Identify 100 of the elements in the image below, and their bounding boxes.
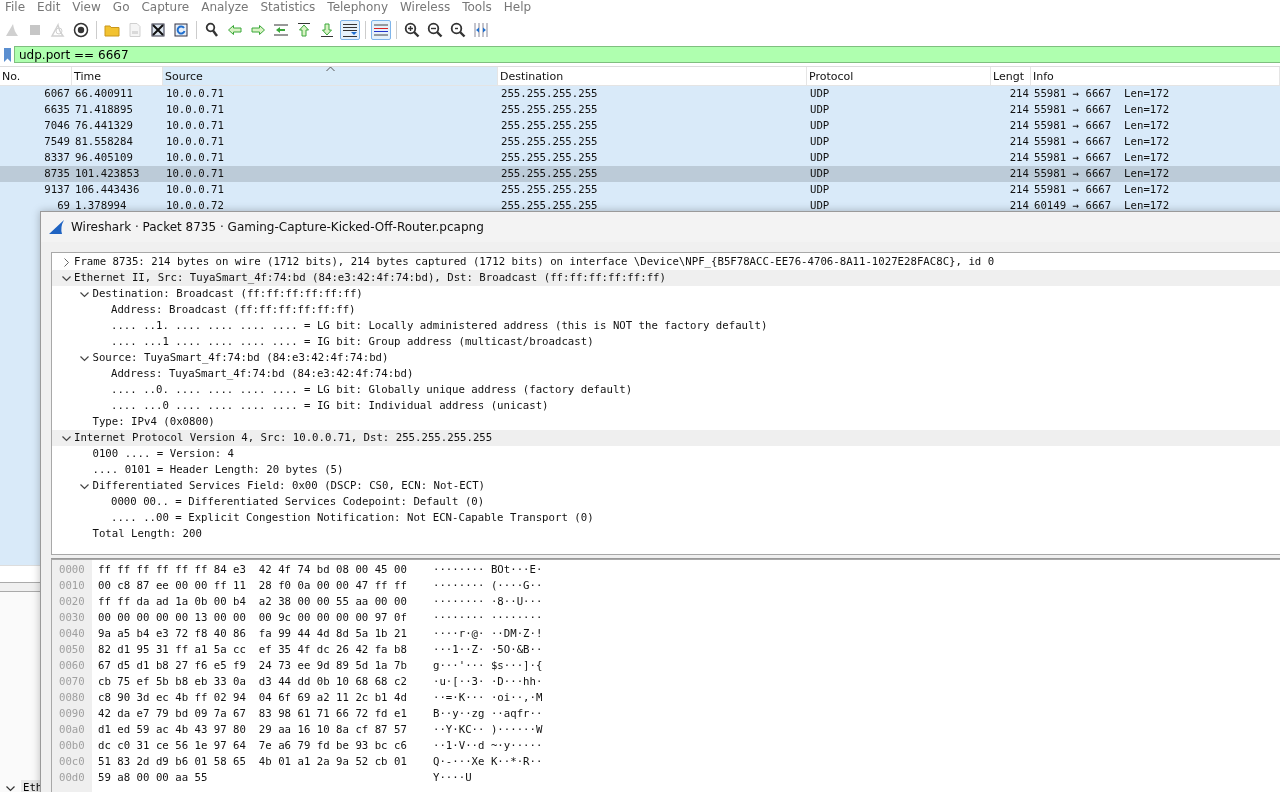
table-cell-text: 255.255.255.255 — [500, 118, 599, 134]
menu-item[interactable]: Capture — [140, 0, 197, 14]
table-cell-text: 55981 → 6667 Len=172 — [1033, 166, 1171, 182]
chevron-down-icon[interactable] — [80, 481, 89, 491]
restart-icon — [50, 22, 66, 38]
column-header[interactable]: Source — [163, 67, 498, 85]
goto-icon — [273, 22, 289, 38]
tree-label: .... 0101 = Header Length: 20 bytes (5) — [92, 462, 344, 478]
hex-bytes: 00 00 00 00 00 13 00 00 00 9c 00 00 00 00 97 0f — [97, 610, 408, 626]
table-cell-text: 214 — [1008, 182, 1030, 198]
tree-row[interactable]: Ethernet II, Src: TuyaSmart_4f:74:bd (84:e3:42:4f:74:bd), Dst: Broadcast (ff:ff:ff:ff:ff:ff) — [52, 270, 1280, 286]
tree-row[interactable]: Type: IPv4 (0x0800) — [52, 414, 1280, 430]
byte-offset: 0080 — [58, 690, 86, 706]
tree-row[interactable]: Frame 8735: 214 bytes on wire (1712 bits), 214 bytes captured (1712 bits) on interface \Device\NPF_{B5F78ACC-EE76-4706-8A11-1027E28FAC8C}, id 0 — [52, 254, 1280, 270]
byte-offset: 0050 — [58, 642, 86, 658]
tree-row[interactable]: .... 0101 = Header Length: 20 bytes (5) — [52, 462, 1280, 478]
chevron-down-icon[interactable] — [80, 353, 89, 363]
tree-row[interactable]: 0000 00.. = Differentiated Services Codepoint: Default (0) — [52, 494, 1280, 510]
tree-label: .... ...1 .... .... .... .... = IG bit: Group address (multicast/broadcast) — [111, 334, 594, 350]
hex-bytes: dc c0 31 ce 56 1e 97 64 7e a6 79 fd be 93 bc c6 — [97, 738, 408, 754]
table-cell-text: 55981 → 6667 Len=172 — [1033, 86, 1171, 102]
menu-item[interactable]: Help — [502, 0, 539, 14]
up-arrow-icon — [296, 22, 312, 38]
shark-fin-icon — [49, 220, 65, 234]
chevron-down-icon[interactable] — [61, 273, 71, 283]
table-cell-text: 214 — [1008, 118, 1030, 134]
toolbar-button[interactable] — [371, 20, 391, 40]
byte-offset: 0060 — [58, 658, 86, 674]
tree-row[interactable]: 0100 .... = Version: 4 — [52, 446, 1280, 462]
tree-row[interactable]: Source: TuyaSmart_4f:74:bd (84:e3:42:4f:74:bd) — [52, 350, 1280, 366]
tree-row[interactable]: .... ..00 = Explicit Congestion Notification: Not ECN-Capable Transport (0) — [52, 510, 1280, 526]
chevron-right-icon[interactable] — [61, 257, 71, 267]
ascii-text: ···1··Z· ·5O·&B·· — [433, 642, 543, 658]
toolbar-button[interactable] — [71, 20, 91, 40]
table-cell-text: 10.0.0.71 — [165, 166, 225, 182]
tree-row[interactable]: Address: Broadcast (ff:ff:ff:ff:ff:ff) — [52, 302, 1280, 318]
hex-bytes: c8 90 3d ec 4b ff 02 94 04 6f 69 a2 11 2c b1 4d — [97, 690, 408, 706]
table-cell-text: 55981 → 6667 Len=172 — [1033, 102, 1171, 118]
menu-item[interactable]: Edit — [36, 0, 68, 14]
table-cell-text: UDP — [809, 118, 831, 134]
display-filter-field[interactable]: udp.port == 6667 — [14, 46, 1280, 63]
column-header[interactable]: Lengt — [991, 67, 1031, 85]
tree-row[interactable]: .... ..0. .... .... .... .... = LG bit: Globally unique address (factory default) — [52, 382, 1280, 398]
lines-icon — [373, 22, 389, 38]
autoscroll-icon — [342, 22, 358, 38]
chevron-down-icon[interactable] — [80, 289, 89, 299]
hex-bytes: 67 d5 d1 b8 27 f6 e5 f9 24 73 ee 9d 89 5d 1a 7b — [97, 658, 408, 674]
menu-item[interactable]: Tools — [461, 0, 499, 14]
column-header[interactable]: Destination — [498, 67, 807, 85]
ascii-text: Q·-···Xe K··*·R·· — [433, 754, 543, 770]
table-cell-text: 10.0.0.72 — [165, 198, 225, 214]
tree-label: Address: Broadcast (ff:ff:ff:ff:ff:ff) — [111, 302, 356, 318]
ascii-text: ········ ·8··U··· — [433, 594, 543, 610]
toolbar-button[interactable] — [425, 20, 445, 40]
tree-row[interactable]: Total Length: 200 — [52, 526, 1280, 542]
toolbar-button[interactable] — [148, 20, 168, 40]
menu-item[interactable]: Go — [111, 0, 137, 14]
menu-item[interactable]: Wireless — [399, 0, 458, 14]
tree-row[interactable]: .... ..1. .... .... .... .... = LG bit: Locally administered address (this is NOT the factory default) — [52, 318, 1280, 334]
menu-item[interactable]: Telephony — [326, 0, 395, 14]
menu-item[interactable]: View — [71, 0, 108, 14]
table-cell-text: 66.400911 — [74, 86, 134, 102]
toolbar-button[interactable] — [340, 20, 360, 40]
down-arrow-icon — [319, 22, 335, 38]
ascii-text: ··=·K··· ·oi··,·M — [433, 690, 543, 706]
tree-row[interactable]: Destination: Broadcast (ff:ff:ff:ff:ff:ff) — [52, 286, 1280, 302]
table-cell-text: 10.0.0.71 — [165, 86, 225, 102]
search-icon — [204, 22, 220, 38]
packet-row[interactable]: 8735 101.423853 10.0.0.71 255.255.255.255 UDP 214 55981 → 6667 Len=172 — [0, 166, 1280, 182]
table-cell-text: 10.0.0.71 — [165, 134, 225, 150]
tree-row[interactable]: Address: TuyaSmart_4f:74:bd (84:e3:42:4f:74:bd) — [52, 366, 1280, 382]
tree-row[interactable]: .... ...1 .... .... .... .... = IG bit: Group address (multicast/broadcast) — [52, 334, 1280, 350]
chevron-down-icon[interactable] — [61, 433, 71, 443]
table-cell-text: 6067 — [43, 86, 71, 102]
chevron-down-icon[interactable] — [6, 783, 15, 792]
hex-bytes: 51 83 2d d9 b6 01 58 65 4b 01 a1 2a 9a 52 cb 01 — [97, 754, 408, 770]
tree-row[interactable]: Internet Protocol Version 4, Src: 10.0.0.71, Dst: 255.255.255.255 — [52, 430, 1280, 446]
table-cell-text: UDP — [809, 134, 831, 150]
bookmark-icon[interactable] — [3, 47, 11, 62]
column-header[interactable]: No. — [0, 67, 72, 85]
byte-offset: 0010 — [58, 578, 86, 594]
tree-row[interactable]: .... ...0 .... .... .... .... = IG bit: Individual address (unicast) — [52, 398, 1280, 414]
table-cell-text: 6635 — [43, 102, 71, 118]
table-cell-text: 7046 — [43, 118, 71, 134]
toolbar-button[interactable] — [448, 20, 468, 40]
column-header[interactable]: Info — [1031, 67, 1280, 85]
byte-offset: 0070 — [58, 674, 86, 690]
tree-label: 0000 00.. = Differentiated Services Codepoint: Default (0) — [111, 494, 485, 510]
menu-item[interactable]: File — [4, 0, 33, 14]
menu-item[interactable]: Statistics — [259, 0, 323, 14]
table-cell-text: 71.418895 — [74, 102, 134, 118]
window-title: Wireshark · Packet 8735 · Gaming-Capture-Kicked-Off-Router.pcapng — [71, 220, 484, 234]
table-cell-text: UDP — [809, 102, 831, 118]
hex-bytes: 42 da e7 79 bd 09 7a 67 83 98 61 71 66 72 fd e1 — [97, 706, 408, 722]
table-cell-text: 9137 — [43, 182, 71, 198]
menu-item[interactable]: Analyze — [200, 0, 256, 14]
column-header[interactable]: Protocol — [807, 67, 991, 85]
toolbar-button[interactable] — [402, 20, 422, 40]
table-cell-text: 8337 — [43, 150, 71, 166]
tree-row[interactable]: Differentiated Services Field: 0x00 (DSCP: CS0, ECN: Not-ECT) — [52, 478, 1280, 494]
